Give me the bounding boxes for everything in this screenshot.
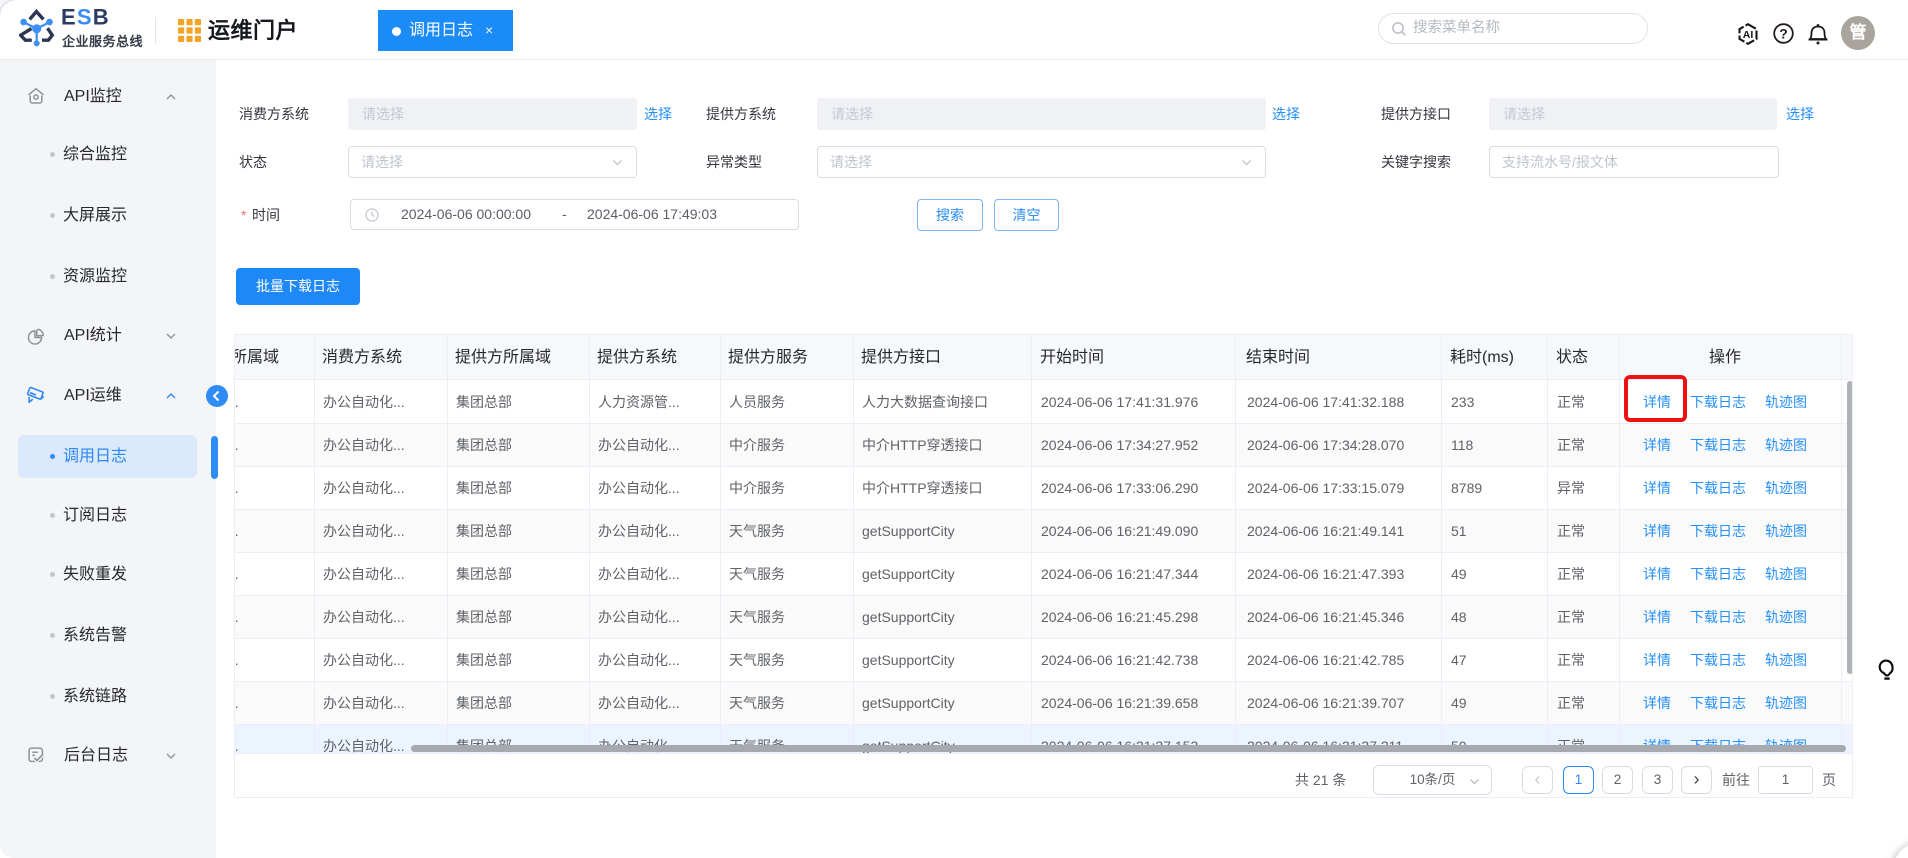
svg-text:ESB: ESB	[61, 7, 110, 28]
svg-text:?: ?	[1779, 26, 1788, 42]
svg-text:AI: AI	[1743, 29, 1754, 41]
